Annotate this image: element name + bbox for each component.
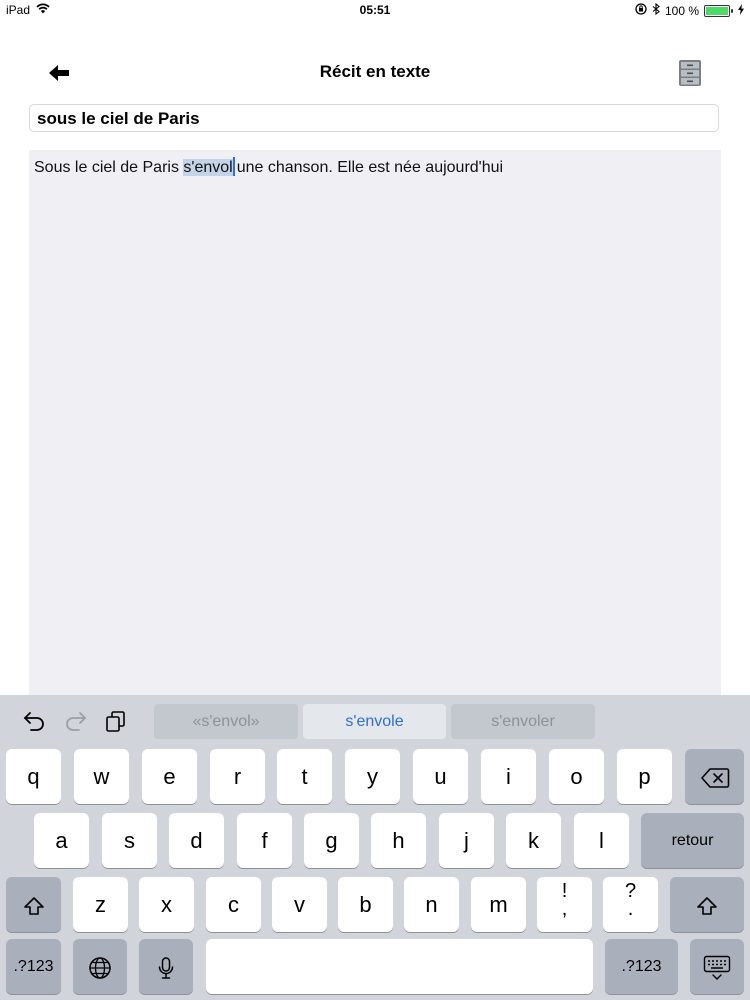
numbers-key-left[interactable]: .?123 (6, 939, 61, 994)
key-k[interactable]: k (506, 813, 561, 868)
key-period: . (627, 898, 634, 920)
shift-icon (697, 897, 717, 915)
paste-button[interactable] (104, 709, 132, 733)
key-o[interactable]: o (549, 749, 604, 804)
key-exclamation-comma[interactable]: ! , (537, 877, 592, 932)
battery-level (706, 6, 728, 15)
globe-key[interactable] (73, 939, 127, 994)
story-title-input[interactable]: sous le ciel de Paris (29, 104, 719, 132)
paste-icon (106, 711, 125, 732)
keyboard: «s'envol» s'envole s'envoler q w e r t y… (0, 695, 750, 1000)
battery-percent: 100 % (664, 3, 699, 18)
key-a[interactable]: a (34, 813, 89, 868)
key-t[interactable]: t (277, 749, 332, 804)
key-y[interactable]: y (345, 749, 400, 804)
key-j[interactable]: j (439, 813, 494, 868)
key-i[interactable]: i (481, 749, 536, 804)
key-b[interactable]: b (338, 877, 393, 932)
shift-icon (23, 897, 44, 915)
key-f[interactable]: f (237, 813, 292, 868)
hide-keyboard-key[interactable] (690, 939, 744, 994)
suggestion-2[interactable]: s'envole (303, 704, 446, 739)
keyboard-hide-icon (703, 955, 731, 981)
battery-icon (704, 4, 733, 17)
filing-cabinet-icon (679, 60, 701, 86)
suggestion-bar: «s'envol» s'envole s'envoler (0, 695, 750, 747)
key-comma: , (561, 898, 568, 920)
status-right: 100 % (635, 2, 744, 18)
key-n[interactable]: n (404, 877, 459, 932)
shift-key-left[interactable] (6, 877, 61, 932)
archive-button[interactable] (676, 58, 704, 88)
numbers-key-right[interactable]: .?123 (605, 939, 678, 994)
suggestion-3[interactable]: s'envoler (451, 704, 595, 739)
key-e[interactable]: e (142, 749, 197, 804)
suggestion-1[interactable]: «s'envol» (154, 704, 298, 739)
key-w[interactable]: w (74, 749, 129, 804)
key-q[interactable]: q (6, 749, 61, 804)
text-before: Sous le ciel de Paris (34, 159, 184, 176)
undo-button[interactable] (22, 709, 50, 733)
status-bar: iPad 05:51 100 % (0, 0, 750, 22)
globe-icon (89, 957, 111, 979)
backspace-icon (700, 768, 729, 788)
dictation-key[interactable] (139, 939, 193, 994)
key-g[interactable]: g (304, 813, 359, 868)
key-h[interactable]: h (371, 813, 426, 868)
undo-icon (23, 712, 44, 731)
microphone-icon (158, 957, 174, 979)
navigation-bar: Récit en texte (0, 50, 750, 94)
delete-key[interactable] (685, 749, 744, 804)
key-c[interactable]: c (206, 877, 261, 932)
lock-rotation-icon (635, 3, 647, 18)
key-m[interactable]: m (471, 877, 526, 932)
text-after: une chanson. Elle est née aujourd'hui (236, 159, 504, 176)
key-v[interactable]: v (272, 877, 327, 932)
redo-icon (66, 712, 87, 731)
key-u[interactable]: u (413, 749, 468, 804)
key-d[interactable]: d (169, 813, 224, 868)
charging-icon (738, 3, 744, 18)
page-title: Récit en texte (319, 62, 431, 81)
text-caret (232, 157, 235, 176)
redo-button[interactable] (62, 709, 90, 733)
key-z[interactable]: z (73, 877, 128, 932)
key-x[interactable]: x (139, 877, 194, 932)
key-l[interactable]: l (574, 813, 629, 868)
key-r[interactable]: r (210, 749, 265, 804)
selected-word: s'envol (183, 159, 233, 176)
return-key[interactable]: retour (641, 813, 744, 868)
key-question-period[interactable]: ? . (603, 877, 658, 932)
bluetooth-icon (652, 2, 660, 18)
key-s[interactable]: s (102, 813, 157, 868)
story-text-area[interactable]: Sous le ciel de Paris s'envol une chanson… (29, 150, 721, 695)
key-p[interactable]: p (617, 749, 672, 804)
space-key[interactable] (206, 939, 593, 994)
shift-key-right[interactable] (670, 877, 744, 932)
